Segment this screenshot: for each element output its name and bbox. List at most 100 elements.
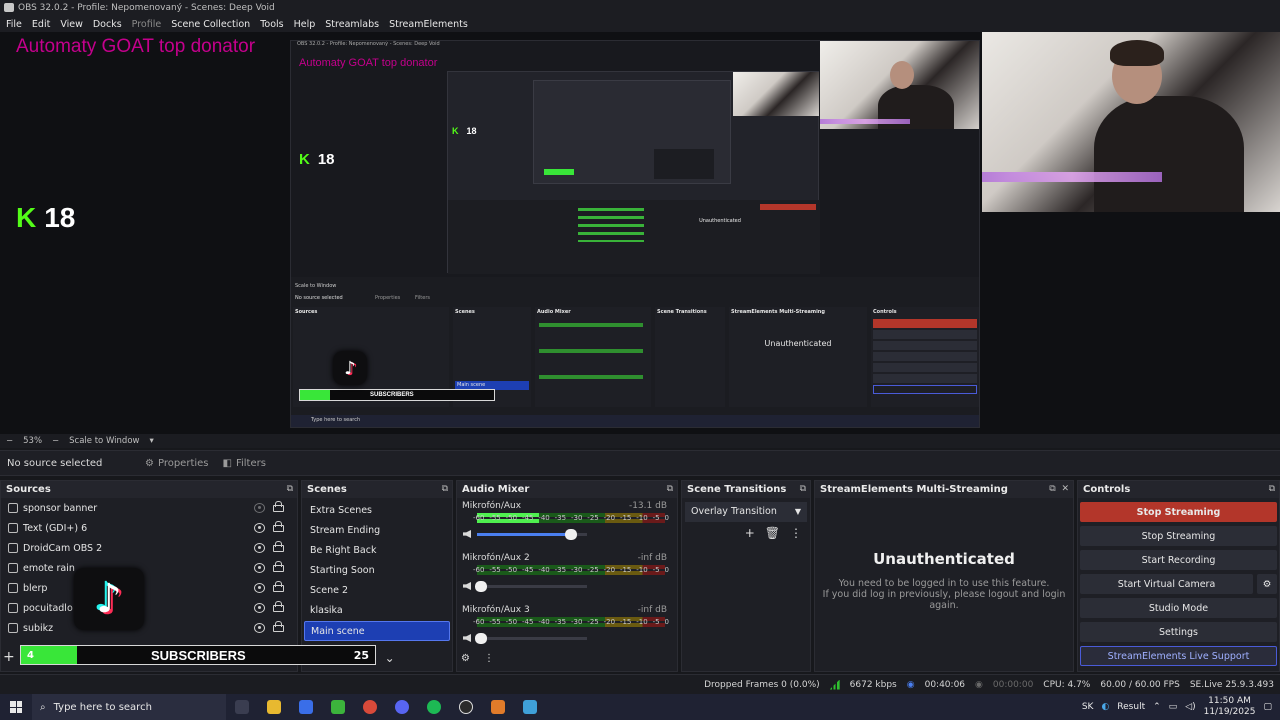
source-item[interactable]: Text (GDI+) 6 [1,518,297,538]
live-support-button[interactable]: StreamElements Live Support [1080,646,1277,666]
transition-select[interactable]: Overlay Transition ▼ [685,502,807,522]
scene-item[interactable]: klasika [304,601,450,621]
lock-icon[interactable] [273,501,284,512]
menu-docks[interactable]: Docks [93,19,122,30]
menu-streamelements[interactable]: StreamElements [389,19,468,30]
visibility-eye-icon[interactable] [254,523,265,533]
language-indicator[interactable]: SK [1082,702,1094,712]
visibility-eye-icon[interactable] [254,503,265,513]
speaker-icon[interactable] [463,530,471,538]
xbox-icon[interactable] [331,700,345,714]
source-item[interactable]: DroidCam OBS 2 [1,538,297,558]
se-live-version: SE.Live 25.9.3.493 [1189,679,1274,690]
lock-icon[interactable] [273,621,284,632]
speaker-icon[interactable] [463,582,471,590]
menu-help[interactable]: Help [294,19,316,30]
scene-item[interactable]: Be Right Back [304,541,450,561]
scene-item[interactable]: Extra Scenes [304,501,450,521]
mixer-menu-icon[interactable]: ⋮ [484,653,494,664]
dock-float-icon[interactable]: ⧉ [800,481,806,498]
visibility-eye-icon[interactable] [254,543,265,553]
volume-icon[interactable]: ◁) [1185,702,1195,712]
menu-view[interactable]: View [60,19,83,30]
volume-slider[interactable] [477,528,587,540]
lock-icon[interactable] [273,581,284,592]
stop-streaming-secondary-button[interactable]: Stop Streaming [1080,526,1277,546]
windows-start-icon[interactable] [10,701,22,713]
visibility-eye-icon[interactable] [254,583,265,593]
streamelements-icon[interactable] [491,700,505,714]
visibility-eye-icon[interactable] [254,563,265,573]
source-item[interactable]: subikz [1,618,297,638]
zoom-mode[interactable]: Scale to Window [69,436,139,446]
visibility-eye-icon[interactable] [254,603,265,613]
properties-button[interactable]: ⚙ Properties [145,458,209,469]
zoom-dropdown-icon[interactable]: ▾ [149,436,153,446]
studio-mode-button[interactable]: Studio Mode [1080,598,1277,618]
add-source-icon[interactable]: + [3,649,15,665]
spotify-icon[interactable] [427,700,441,714]
stop-streaming-button[interactable]: Stop Streaming [1080,502,1277,522]
nested-meters [539,323,643,385]
source-item[interactable]: pocuitadlo vi [1,598,297,618]
weather-label[interactable]: Result [1117,702,1145,712]
virtual-camera-gear-icon[interactable]: ⚙ [1257,574,1277,594]
task-view-icon[interactable] [235,700,249,714]
zoom-minus-icon[interactable]: − [6,436,13,446]
discord-icon[interactable] [395,700,409,714]
clock[interactable]: 11:50 AM 11/19/2025 [1204,696,1256,718]
dock-float-icon[interactable]: ⧉ [667,481,673,498]
volume-slider[interactable] [475,580,587,592]
lock-icon[interactable] [273,601,284,612]
mixer-settings-icon[interactable]: ⚙ [461,653,470,664]
menu-scene-collection[interactable]: Scene Collection [171,19,250,30]
menu-tools[interactable]: Tools [260,19,283,30]
zoom-plus-icon[interactable]: − [52,436,59,446]
volume-knob[interactable] [475,632,487,644]
volume-slider[interactable] [475,632,587,644]
dock-float-icon[interactable]: ⧉ [1269,481,1275,498]
volume-knob[interactable] [475,580,487,592]
dock-float-icon[interactable]: ⧉ ✕ [1049,481,1069,498]
source-item[interactable]: sponsor banner [1,498,297,518]
multistream-dock-header: StreamElements Multi-Streaming ⧉ ✕ [815,481,1073,498]
menu-streamlabs[interactable]: Streamlabs [325,19,379,30]
remove-transition-icon[interactable]: 🗑 [765,526,780,540]
notification-icon[interactable]: ▢ [1263,702,1272,712]
settings-button[interactable]: Settings [1080,622,1277,642]
menu-edit[interactable]: Edit [32,19,50,30]
store-icon[interactable] [299,700,313,714]
source-type-icon [8,603,18,613]
source-item[interactable]: blerp [1,578,297,598]
start-virtual-camera-button[interactable]: Start Virtual Camera [1080,574,1253,594]
source-item[interactable]: emote rain [1,558,297,578]
meter-scale-tick: -50 [505,618,518,626]
taskbar-search[interactable]: ⌕ Type here to search [32,694,226,720]
start-recording-button[interactable]: Start Recording [1080,550,1277,570]
scene-item[interactable]: Main scene [304,621,450,641]
visibility-eye-icon[interactable] [254,623,265,633]
obs-icon[interactable] [459,700,473,714]
filters-button[interactable]: ◧ Filters [223,458,266,469]
dock-float-icon[interactable]: ⧉ [287,481,293,498]
paint-icon[interactable] [523,700,537,714]
scene-item[interactable]: Scene 2 [304,581,450,601]
lock-icon[interactable] [273,541,284,552]
file-explorer-icon[interactable] [267,700,281,714]
chrome-icon[interactable] [363,700,377,714]
add-transition-icon[interactable]: + [745,526,755,540]
volume-knob[interactable] [565,528,578,540]
preview-canvas[interactable]: Automaty GOAT top donator K 18 OBS 32.0.2… [0,32,1280,434]
network-icon[interactable]: ▭ [1169,702,1178,712]
scene-down-icon[interactable]: ⌄ [385,651,395,665]
menu-profile[interactable]: Profile [132,19,162,30]
scene-item[interactable]: Starting Soon [304,561,450,581]
tray-chevron-icon[interactable]: ⌃ [1153,702,1161,712]
speaker-icon[interactable] [463,634,471,642]
scene-item[interactable]: Stream Ending [304,521,450,541]
dock-float-icon[interactable]: ⧉ [442,481,448,498]
lock-icon[interactable] [273,521,284,532]
menu-file[interactable]: File [6,19,22,30]
transition-menu-icon[interactable]: ⋮ [790,526,802,540]
lock-icon[interactable] [273,561,284,572]
